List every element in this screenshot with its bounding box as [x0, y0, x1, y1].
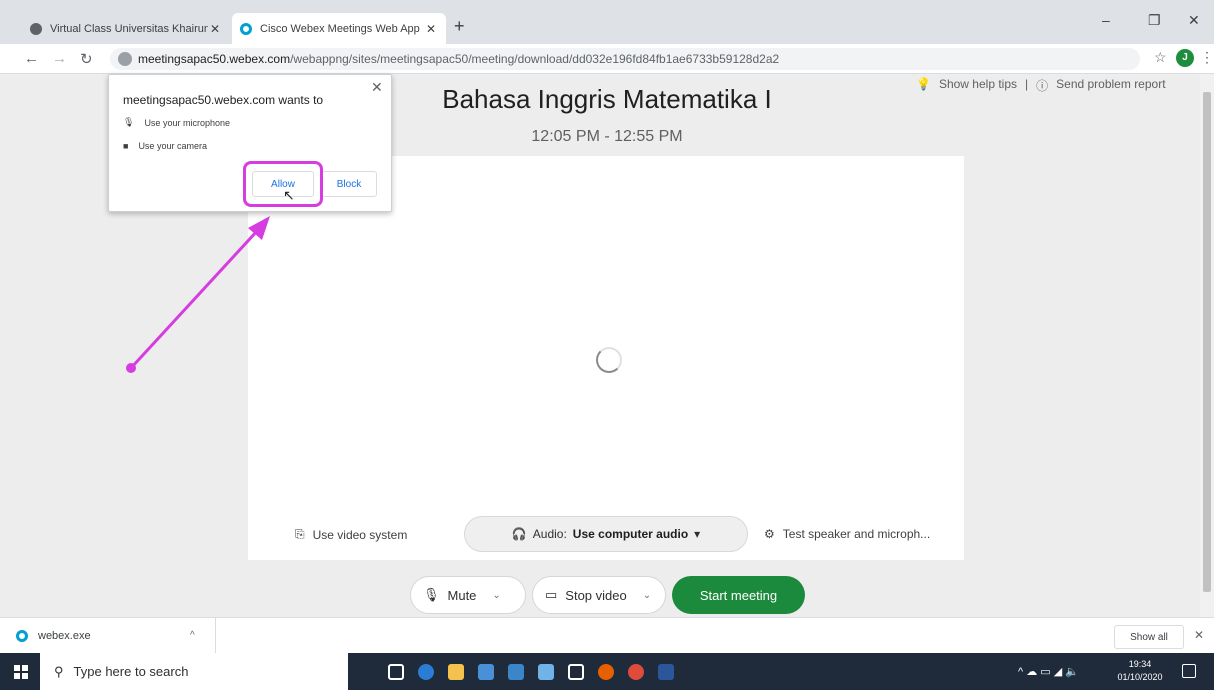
permission-item-label: Use your microphone: [144, 117, 230, 128]
store-icon[interactable]: [478, 664, 494, 680]
cast-icon: ⎘: [295, 527, 305, 541]
battery-icon[interactable]: ▭: [1040, 666, 1050, 678]
tab-title: Virtual Class Universitas Khairun: [50, 22, 208, 35]
forward-icon[interactable]: →: [52, 50, 67, 67]
system-tray: ^ ☁ ▭ ◢ 🔈: [1018, 665, 1079, 678]
page-scrollbar[interactable]: [1200, 74, 1214, 617]
bookmark-star-icon[interactable]: ☆: [1154, 49, 1167, 66]
file-explorer-icon[interactable]: [448, 664, 464, 680]
test-speaker-label: Test speaker and microph...: [782, 527, 931, 541]
chevron-down-icon[interactable]: ⌄: [643, 590, 651, 601]
start-meeting-label: Start meeting: [699, 587, 778, 603]
taskbar-search-input[interactable]: ⚲ Type here to search: [40, 653, 348, 690]
camera-icon: ▭: [545, 587, 558, 602]
dropbox-icon[interactable]: [538, 664, 554, 680]
permission-item-microphone: 🎙 Use your microphone: [123, 117, 230, 128]
use-video-system-label: Use video system: [312, 527, 408, 542]
camera-icon: ■: [123, 141, 129, 151]
url-path: /webappng/sites/meetingsapac50/meeting/d…: [290, 52, 780, 66]
address-bar-row: ← → ↻ meetingsapac50.webex.com/webappng/…: [0, 44, 1214, 74]
window-close-icon[interactable]: ✕: [1188, 12, 1200, 29]
volume-icon[interactable]: 🔈: [1065, 666, 1079, 678]
new-tab-icon[interactable]: +: [454, 16, 465, 37]
taskbar-clock[interactable]: 19:34 01/10/2020: [1110, 658, 1170, 684]
webex-icon: [16, 630, 28, 642]
permission-title: meetingsapac50.webex.com wants to: [123, 93, 324, 107]
lock-icon[interactable]: [118, 52, 132, 66]
chrome-icon[interactable]: [628, 664, 644, 680]
windows-start-icon[interactable]: [14, 665, 28, 679]
chevron-down-icon[interactable]: ⌄: [492, 590, 500, 601]
chevron-up-icon[interactable]: ^: [190, 630, 195, 641]
chevron-down-icon: ▾: [694, 527, 701, 541]
start-meeting-button[interactable]: Start meeting: [672, 576, 805, 614]
microphone-icon: 🎙: [123, 117, 135, 127]
block-button[interactable]: Block: [321, 171, 377, 197]
tab-webex[interactable]: Cisco Webex Meetings Web App ✕: [232, 13, 446, 44]
stop-video-label: Stop video: [565, 587, 627, 603]
loading-spinner-icon: [596, 347, 622, 373]
minimize-icon[interactable]: –: [1102, 12, 1110, 28]
audio-select-button[interactable]: 🎧 Audio: Use computer audio ▾: [464, 516, 748, 552]
close-icon[interactable]: ✕: [208, 22, 222, 36]
download-file-name: webex.exe: [38, 630, 91, 642]
profile-avatar[interactable]: J: [1176, 49, 1194, 67]
mail-icon[interactable]: [508, 664, 524, 680]
download-item[interactable]: webex.exe: [0, 618, 216, 654]
close-icon[interactable]: ✕: [1194, 628, 1204, 642]
network-icon[interactable]: ◢: [1054, 666, 1062, 678]
tab-virtual-class[interactable]: Virtual Class Universitas Khairun ✕: [22, 13, 230, 44]
word-icon[interactable]: [658, 664, 674, 680]
stop-video-button[interactable]: ▭ Stop video ⌄: [532, 576, 666, 614]
webex-icon: [240, 22, 252, 35]
globe-icon: [30, 22, 42, 35]
headset-icon: 🎧: [511, 527, 527, 541]
close-icon[interactable]: ✕: [371, 79, 383, 96]
browser-tab-strip: Virtual Class Universitas Khairun ✕ Cisc…: [0, 0, 1214, 44]
mouse-cursor-icon: ↖: [283, 187, 295, 203]
restore-icon[interactable]: ❐: [1148, 12, 1161, 29]
microphone-icon: 🎙: [423, 587, 440, 602]
edge-icon[interactable]: [418, 664, 434, 680]
close-icon[interactable]: ✕: [424, 22, 438, 36]
notification-icon[interactable]: [1182, 664, 1196, 678]
permission-item-camera: ■ Use your camera: [123, 141, 207, 151]
firefox-icon[interactable]: [598, 664, 614, 680]
audio-label: Audio:: [532, 527, 567, 541]
browser-menu-icon[interactable]: ⋮: [1200, 49, 1214, 66]
scroll-thumb[interactable]: [1203, 92, 1211, 592]
mute-button[interactable]: 🎙 Mute ⌄: [410, 576, 526, 614]
gear-icon: ⚙: [764, 527, 775, 541]
task-view-icon[interactable]: [388, 664, 404, 680]
clock-time: 19:34: [1128, 659, 1152, 669]
search-icon: ⚲: [54, 663, 64, 679]
clock-date: 01/10/2020: [1117, 672, 1163, 682]
download-bar: webex.exe ^ Show all ✕: [0, 617, 1214, 654]
show-all-button[interactable]: Show all: [1114, 625, 1184, 649]
back-icon[interactable]: ←: [24, 50, 39, 67]
audio-value: Use computer audio: [572, 527, 689, 541]
taskbar-search-placeholder: Type here to search: [73, 664, 189, 679]
chevron-up-icon[interactable]: ^: [1018, 666, 1023, 678]
url-host: meetingsapac50.webex.com: [138, 52, 291, 66]
permission-prompt: meetingsapac50.webex.com wants to ✕ 🎙 Us…: [108, 74, 392, 212]
permission-item-label: Use your camera: [138, 141, 207, 151]
tab-title: Cisco Webex Meetings Web App: [260, 22, 420, 35]
reload-icon[interactable]: ↻: [80, 50, 93, 68]
flash-icon[interactable]: [568, 664, 584, 680]
mute-label: Mute: [447, 587, 477, 603]
url-input[interactable]: meetingsapac50.webex.com/webappng/sites/…: [110, 48, 1140, 70]
use-video-system-button[interactable]: ⎘ Use video system: [295, 527, 407, 542]
test-speaker-button[interactable]: ⚙ Test speaker and microph...: [764, 527, 930, 541]
cloud-icon[interactable]: ☁: [1026, 666, 1037, 678]
